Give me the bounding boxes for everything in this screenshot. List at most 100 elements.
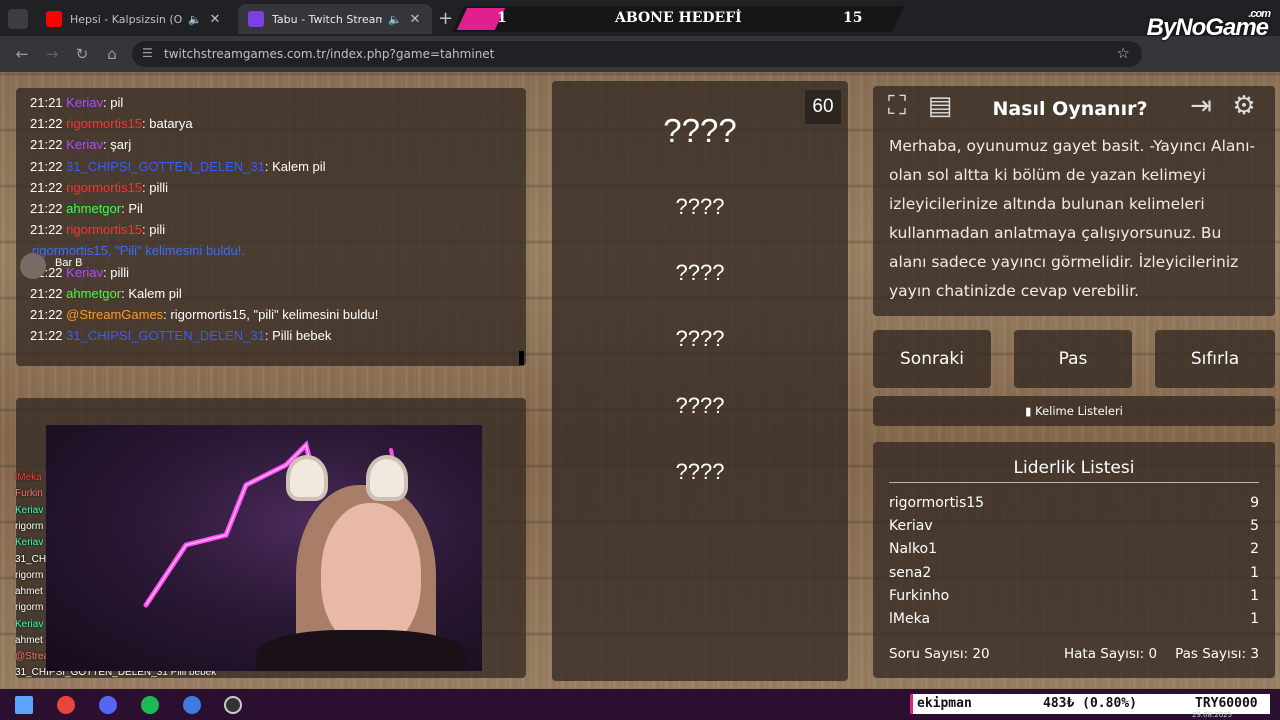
obs-icon[interactable]	[224, 696, 242, 714]
streamer-body	[256, 630, 466, 671]
chat-message: 21:22 rigormortis15: pilli	[30, 180, 168, 195]
chat-user[interactable]: ahmetgor	[66, 286, 121, 301]
chrome-icon[interactable]	[57, 696, 75, 714]
player-name: rigormortis15	[889, 495, 985, 511]
fullscreen-icon[interactable]: ⛶	[880, 89, 914, 123]
chat-text: : pili	[142, 222, 166, 238]
chat-message: 21:22 @StreamGames: rigormortis15, "pili…	[30, 307, 378, 322]
leaderboard-row: Nalko1 2	[889, 541, 1259, 557]
chat-user[interactable]: 31_CHIPSI_GOTTEN_DELEN_31	[66, 328, 265, 343]
speaker-icon[interactable]: 🔈	[388, 13, 402, 26]
leaderboard-row: Keriav 5	[889, 518, 1259, 534]
next-button[interactable]: Sonraki	[873, 330, 991, 388]
chat-message: 21:22 ahmetgor: Kalem pil	[30, 286, 182, 301]
pass-button[interactable]: Pas	[1014, 330, 1132, 388]
forward-icon[interactable]: →	[42, 44, 62, 64]
chat-user[interactable]: rigormortis15	[66, 222, 142, 237]
cat-ear	[366, 455, 408, 501]
omnibox[interactable]: ☰ twitchstreamgames.com.tr/index.php?gam…	[132, 41, 1142, 67]
chat-message: 21:22 31_CHIPSI_GOTTEN_DELEN_31: Kalem p…	[30, 159, 326, 174]
logout-icon[interactable]: ⇥	[1184, 89, 1218, 123]
reset-button[interactable]: Sıfırla	[1155, 330, 1275, 388]
chat-time: 21:22	[30, 158, 63, 174]
chat-text: : Kalem pil	[264, 158, 326, 174]
abone-label: ABONE HEDEFİ	[615, 10, 742, 26]
word-lists-button[interactable]: ▮ Kelime Listeleri	[873, 396, 1275, 426]
tab-title: Hepsi - Kalpsizsin (Official V	[70, 12, 182, 26]
leaderboard-row: lMeka 1	[889, 611, 1259, 627]
bookmark-star-icon[interactable]: ☆	[1117, 44, 1130, 62]
chat-text: : pilli	[142, 179, 169, 195]
words-panel	[552, 81, 848, 681]
leaderboard-title: Liderlik Listesi	[1013, 458, 1135, 478]
windows-start-icon[interactable]	[15, 696, 33, 714]
player-score: 1	[1250, 611, 1259, 627]
settings-gear-icon[interactable]: ⚙	[1227, 89, 1261, 123]
chat-time: 21:22	[30, 137, 63, 153]
chat-text: : şarj	[103, 137, 132, 153]
error-count: Hata Sayısı: 0	[1063, 646, 1158, 662]
overlay-name: Keriav	[15, 504, 44, 516]
chat-user[interactable]: @StreamGames	[66, 307, 163, 322]
chat-message: 21:22 ahmetgor: Pil	[30, 201, 143, 216]
main-word: ????	[663, 112, 737, 149]
player-name: Keriav	[889, 518, 933, 535]
chat-user[interactable]: Keriav	[66, 95, 103, 110]
popup-avatar	[20, 253, 46, 279]
overlay-name: Keriav	[15, 618, 44, 630]
discord-icon[interactable]	[99, 696, 117, 714]
chat-text: : pilli	[103, 264, 130, 280]
app-icon[interactable]	[183, 696, 201, 714]
chat-user[interactable]: rigormortis15	[66, 116, 142, 131]
howto-title: Nasıl Oynanır?	[992, 98, 1148, 120]
overlay-name: Furkin	[15, 488, 43, 500]
ticker-goal: TRY60000	[1195, 696, 1258, 711]
chat-time: 21:22	[30, 116, 63, 132]
close-tab-icon[interactable]: ✕	[408, 12, 422, 27]
overlay-name: rigorm	[15, 602, 44, 614]
chat-message: 21:21 Keriav: pil	[30, 95, 123, 110]
tab-search-icon[interactable]	[8, 9, 28, 29]
chat-text: : Kalem pil	[121, 285, 182, 301]
speaker-icon[interactable]: 🔈	[188, 13, 202, 26]
divider	[889, 482, 1259, 483]
close-tab-icon[interactable]: ✕	[208, 12, 222, 27]
chat-time: 21:21	[30, 95, 63, 110]
stats-row: Soru Sayısı: 20 Hata Sayısı: 0 Pas Sayıs…	[889, 646, 1259, 662]
site-info-icon[interactable]: ☰	[142, 46, 153, 60]
pass-count: Pas Sayısı: 3	[1175, 646, 1259, 662]
player-name: Nalko1	[889, 541, 938, 558]
back-icon[interactable]: ←	[12, 44, 32, 64]
forbidden-word: ????	[675, 459, 725, 484]
forbidden-word: ????	[675, 393, 725, 418]
twitch-icon	[248, 11, 264, 27]
abone-current: 1	[497, 10, 507, 26]
spotify-icon[interactable]	[141, 696, 159, 714]
overlay-name: ahmet	[15, 586, 43, 598]
streamer-face	[321, 503, 421, 648]
forbidden-word: ????	[675, 194, 725, 219]
chat-user[interactable]: rigormortis15	[66, 180, 142, 195]
document-icon[interactable]: ▤	[923, 89, 957, 123]
tab-youtube[interactable]: Hepsi - Kalpsizsin (Official V 🔈 ✕	[36, 4, 232, 34]
player-score: 5	[1250, 518, 1259, 535]
player-score: 2	[1250, 541, 1259, 558]
chat-user[interactable]: Keriav	[66, 137, 103, 152]
ticker-amount: 483₺ (0.80%)	[1043, 696, 1137, 711]
overlay-name: lMeka	[15, 472, 42, 483]
webcam-feed	[46, 425, 482, 671]
cat-ear	[286, 455, 328, 501]
abone-goal: 15	[843, 10, 863, 26]
chat-text: : Pilli bebek	[264, 328, 332, 344]
player-name: sena2	[889, 564, 932, 581]
chat-scrollbar[interactable]	[519, 351, 524, 365]
chat-user[interactable]: 31_CHIPSI_GOTTEN_DELEN_31	[66, 159, 265, 174]
url-text: twitchstreamgames.com.tr/index.php?game=…	[164, 47, 495, 61]
new-tab-button[interactable]: +	[438, 8, 453, 29]
tab-twitch-game[interactable]: Tabu - Twitch Stream Game 🔈 ✕	[238, 4, 432, 34]
tab-title: Tabu - Twitch Stream Game	[272, 12, 382, 26]
chat-user[interactable]: ahmetgor	[66, 201, 121, 216]
home-icon[interactable]: ⌂	[102, 44, 122, 64]
chat-text: : pil	[103, 95, 124, 110]
reload-icon[interactable]: ↻	[72, 44, 92, 64]
